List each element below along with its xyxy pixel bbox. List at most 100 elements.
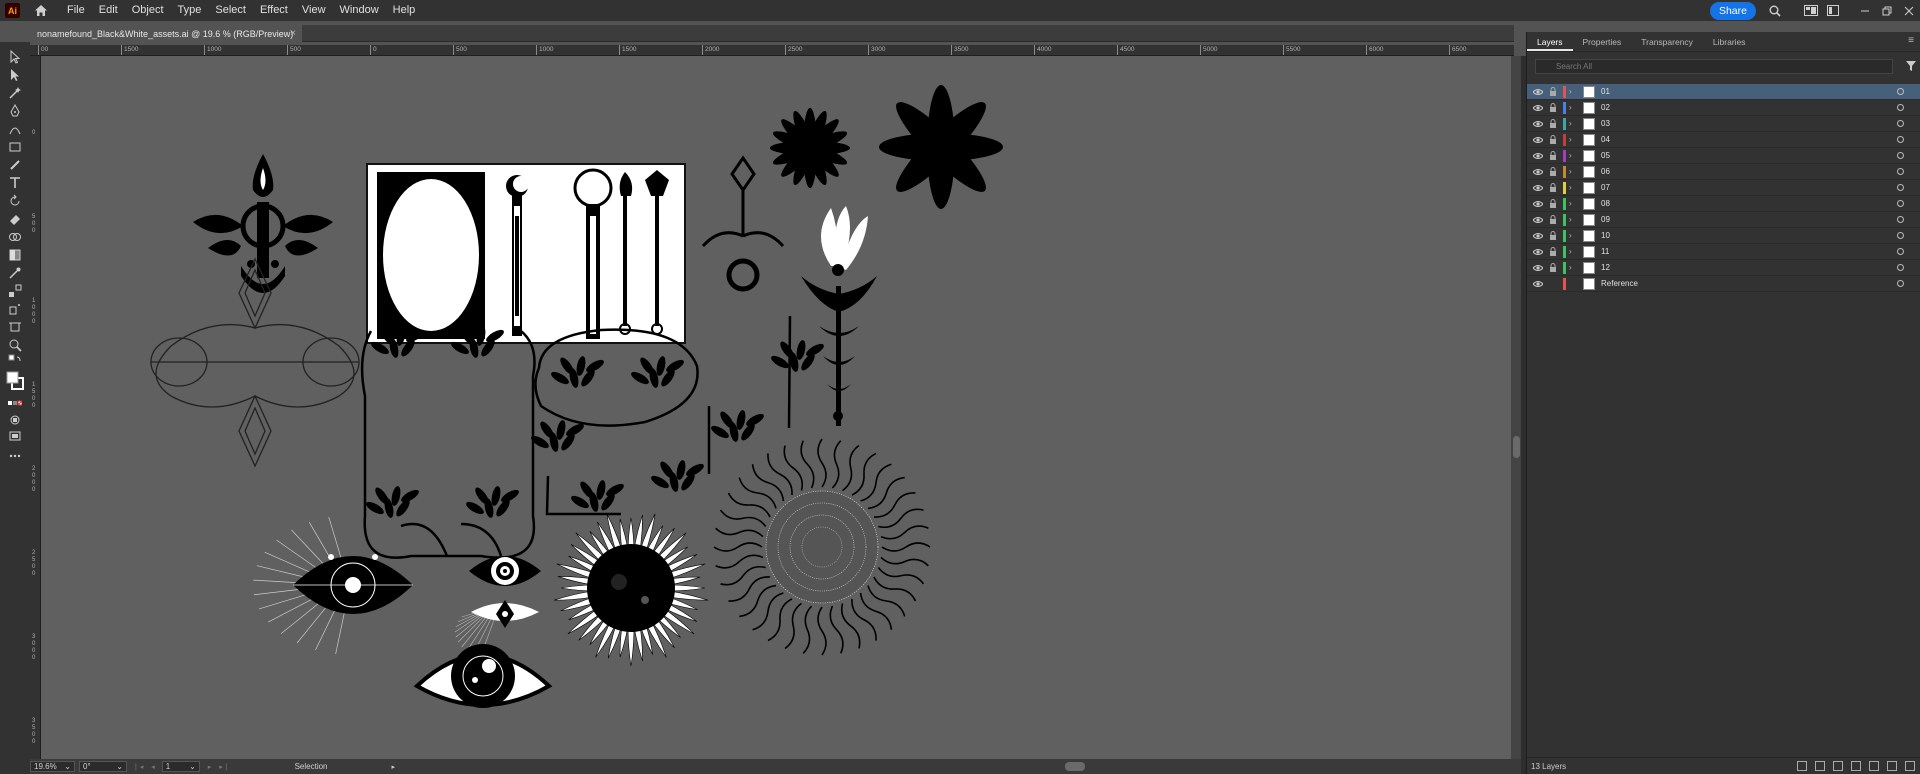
layer-row[interactable]: › 03 — [1527, 116, 1920, 132]
visibility-eye-icon[interactable] — [1533, 120, 1543, 128]
tab-libraries[interactable]: Libraries — [1703, 32, 1756, 51]
menu-item-file[interactable]: File — [60, 0, 92, 21]
layer-name[interactable]: 06 — [1601, 167, 1610, 176]
menu-item-effect[interactable]: Effect — [253, 0, 295, 21]
layer-name[interactable]: 12 — [1601, 263, 1610, 272]
menu-item-type[interactable]: Type — [171, 0, 209, 21]
layer-target-icon[interactable] — [1897, 248, 1904, 255]
layer-target-icon[interactable] — [1897, 184, 1904, 191]
layer-target-icon[interactable] — [1897, 280, 1904, 287]
expand-chevron-icon[interactable]: › — [1569, 247, 1572, 256]
layer-name[interactable]: 01 — [1601, 87, 1610, 96]
visibility-eye-icon[interactable] — [1533, 248, 1543, 256]
magic-wand-tool-icon[interactable] — [7, 86, 23, 100]
expand-chevron-icon[interactable]: › — [1569, 183, 1572, 192]
expand-chevron-icon[interactable]: › — [1569, 231, 1572, 240]
clipping-mask-icon[interactable] — [1851, 761, 1861, 771]
symbol-sprayer-tool-icon[interactable] — [7, 302, 23, 316]
layer-name[interactable]: 05 — [1601, 151, 1610, 160]
close-document-icon[interactable]: × — [290, 28, 296, 39]
vertical-ruler[interactable]: 0 500 1000 1500 2000 2500 3000 3500 — [30, 56, 41, 759]
expand-chevron-icon[interactable]: › — [1569, 167, 1572, 176]
expand-chevron-icon[interactable]: › — [1569, 103, 1572, 112]
lock-icon[interactable] — [1549, 247, 1557, 256]
expand-chevron-icon[interactable]: › — [1569, 87, 1572, 96]
workspace-switcher-icon[interactable] — [1800, 0, 1822, 21]
layer-name[interactable]: 09 — [1601, 215, 1610, 224]
artboard-number-field[interactable]: 1 ⌄ — [161, 761, 200, 772]
fill-stroke-swatch[interactable] — [6, 370, 24, 392]
layer-target-icon[interactable] — [1897, 200, 1904, 207]
type-tool-icon[interactable] — [7, 176, 23, 190]
close-icon[interactable] — [1898, 0, 1920, 21]
lock-icon[interactable] — [1549, 103, 1557, 112]
delete-layer-icon[interactable] — [1905, 761, 1915, 771]
filter-icon[interactable] — [1905, 60, 1917, 72]
selection-tool-icon[interactable] — [7, 50, 23, 64]
gradient-tool-icon[interactable] — [7, 248, 23, 262]
layer-target-icon[interactable] — [1897, 168, 1904, 175]
layer-row[interactable]: › 08 — [1527, 196, 1920, 212]
visibility-eye-icon[interactable] — [1533, 232, 1543, 240]
layer-row[interactable]: › 07 — [1527, 180, 1920, 196]
visibility-eye-icon[interactable] — [1533, 184, 1543, 192]
lock-icon[interactable] — [1549, 183, 1557, 192]
visibility-eye-icon[interactable] — [1533, 104, 1543, 112]
lock-icon[interactable] — [1549, 199, 1557, 208]
artboard-nav-prev[interactable]: |◂ ◂ — [135, 763, 158, 771]
layer-target-icon[interactable] — [1897, 216, 1904, 223]
expand-chevron-icon[interactable]: › — [1569, 135, 1572, 144]
color-mode-icons[interactable] — [7, 397, 23, 411]
restore-icon[interactable] — [1876, 0, 1898, 21]
expand-chevron-icon[interactable]: › — [1569, 119, 1572, 128]
lock-icon[interactable] — [1549, 135, 1557, 144]
curvature-tool-icon[interactable] — [7, 122, 23, 136]
rotate-tool-icon[interactable] — [7, 194, 23, 208]
menu-item-window[interactable]: Window — [333, 0, 386, 21]
layer-name[interactable]: 03 — [1601, 119, 1610, 128]
tab-transparency[interactable]: Transparency — [1631, 32, 1703, 51]
new-layer-icon[interactable] — [1887, 761, 1897, 771]
locate-object-icon[interactable] — [1833, 761, 1843, 771]
more-tools-icon[interactable] — [7, 449, 23, 463]
share-button[interactable]: Share — [1709, 1, 1756, 20]
search-icon[interactable] — [1764, 0, 1786, 21]
layer-row[interactable]: › 12 — [1527, 260, 1920, 276]
horizontal-ruler[interactable]: 00 1500 1000 500 0 500 1000 1500 2000 2500 3000 350… — [30, 45, 1514, 56]
layer-target-icon[interactable] — [1897, 152, 1904, 159]
artboard-canvas[interactable] — [41, 56, 1511, 759]
lock-icon[interactable] — [1549, 119, 1557, 128]
layer-target-icon[interactable] — [1897, 232, 1904, 239]
visibility-eye-icon[interactable] — [1533, 136, 1543, 144]
lock-icon[interactable] — [1549, 263, 1557, 272]
lock-icon[interactable] — [1549, 87, 1557, 96]
direct-selection-tool-icon[interactable] — [7, 68, 23, 82]
expand-chevron-icon[interactable]: › — [1569, 215, 1572, 224]
layer-target-icon[interactable] — [1897, 88, 1904, 95]
vertical-scroll-thumb[interactable] — [1513, 436, 1520, 458]
artboard-tool-icon[interactable] — [7, 320, 23, 334]
tab-layers[interactable]: Layers — [1527, 32, 1573, 51]
lock-icon[interactable] — [1549, 231, 1557, 240]
layer-row[interactable]: › 04 — [1527, 132, 1920, 148]
visibility-eye-icon[interactable] — [1533, 280, 1543, 288]
draw-mode-icon[interactable] — [7, 413, 23, 427]
document-tab[interactable]: nonamefound_Black&White_assets.ai @ 19.6… — [30, 25, 302, 42]
layer-target-icon[interactable] — [1897, 104, 1904, 111]
layer-row[interactable]: Reference — [1527, 276, 1920, 292]
menu-item-edit[interactable]: Edit — [92, 0, 125, 21]
layer-name[interactable]: 07 — [1601, 183, 1610, 192]
menu-item-view[interactable]: View — [295, 0, 333, 21]
eraser-tool-icon[interactable] — [7, 212, 23, 226]
menu-item-help[interactable]: Help — [386, 0, 423, 21]
layer-name[interactable]: 04 — [1601, 135, 1610, 144]
expand-chevron-icon[interactable]: › — [1569, 151, 1572, 160]
lock-icon[interactable] — [1549, 167, 1557, 176]
layer-row[interactable]: › 10 — [1527, 228, 1920, 244]
layer-search-input[interactable]: Search All — [1535, 59, 1893, 74]
visibility-eye-icon[interactable] — [1533, 168, 1543, 176]
screen-mode-icon[interactable] — [7, 429, 23, 443]
layer-row[interactable]: › 09 — [1527, 212, 1920, 228]
visibility-eye-icon[interactable] — [1533, 264, 1543, 272]
horizontal-scroll-thumb[interactable] — [1065, 762, 1085, 771]
